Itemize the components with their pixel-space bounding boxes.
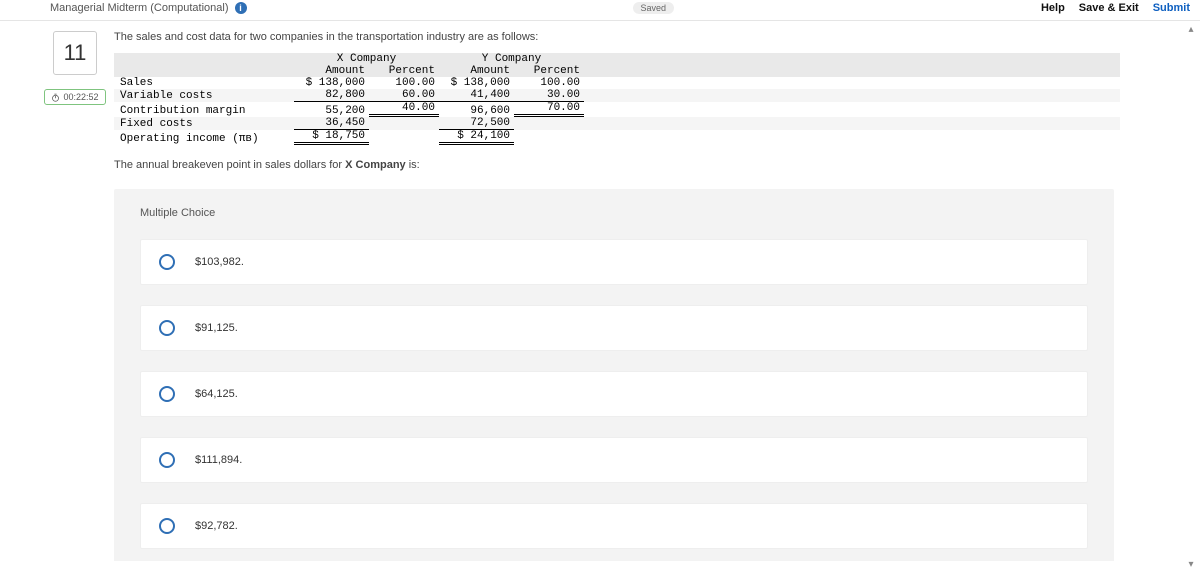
stopwatch-icon — [51, 93, 60, 102]
table-header: X Company Amount Percent Y Company Amoun… — [114, 53, 1120, 77]
scroll-down-arrow-icon[interactable]: ▾ — [1184, 557, 1198, 571]
choice-b-text: $91,125. — [195, 322, 238, 334]
timer-chip: 00:22:52 — [44, 89, 105, 105]
submit-link[interactable]: Submit — [1153, 2, 1190, 14]
col-percent-x: Percent — [369, 65, 439, 77]
scroll-up-arrow-icon[interactable]: ▴ — [1184, 22, 1198, 36]
question-main: The sales and cost data for two companie… — [114, 31, 1180, 561]
question-intro: The sales and cost data for two companie… — [114, 31, 1120, 43]
company-x-header: X Company — [337, 53, 396, 65]
table-row-sales: Sales $ 138,000 100.00 $ 138,000 100.00 — [114, 77, 1120, 89]
radio-icon — [159, 254, 175, 270]
radio-icon — [159, 452, 175, 468]
choice-c-text: $64,125. — [195, 388, 238, 400]
radio-icon — [159, 386, 175, 402]
radio-icon — [159, 518, 175, 534]
choice-e[interactable]: $92,782. — [140, 503, 1088, 549]
choice-d[interactable]: $111,894. — [140, 437, 1088, 483]
question-sidebar: 11 00:22:52 — [50, 31, 100, 561]
col-amount-y: Amount — [439, 65, 514, 77]
choice-e-text: $92,782. — [195, 520, 238, 532]
data-table: X Company Amount Percent Y Company Amoun… — [114, 53, 1120, 145]
col-amount-x: Amount — [294, 65, 369, 77]
choice-a-text: $103,982. — [195, 256, 244, 268]
save-exit-link[interactable]: Save & Exit — [1079, 2, 1139, 14]
table-row-contribution-margin: Contribution margin 55,200 40.00 96,600 … — [114, 102, 1120, 117]
choice-a[interactable]: $103,982. — [140, 239, 1088, 285]
choice-d-text: $111,894. — [195, 454, 242, 466]
timer-value: 00:22:52 — [63, 92, 98, 102]
help-link[interactable]: Help — [1041, 2, 1065, 14]
question-number-box: 11 — [53, 31, 97, 75]
choice-b[interactable]: $91,125. — [140, 305, 1088, 351]
assignment-title: Managerial Midterm (Computational) — [50, 2, 229, 14]
company-y-header: Y Company — [482, 53, 541, 65]
table-row-fixed-costs: Fixed costs 36,450 72,500 — [114, 117, 1120, 130]
table-row-operating-income: Operating income (πʙ) $ 18,750 $ 24,100 — [114, 130, 1120, 145]
saved-chip: Saved — [633, 2, 675, 14]
col-percent-y: Percent — [514, 65, 584, 77]
choice-c[interactable]: $64,125. — [140, 371, 1088, 417]
top-bar-right: Help Save & Exit Submit — [1041, 2, 1190, 14]
radio-icon — [159, 320, 175, 336]
top-bar: Managerial Midterm (Computational) i Sav… — [0, 0, 1200, 16]
table-row-variable-costs: Variable costs 82,800 60.00 41,400 30.00 — [114, 89, 1120, 102]
info-icon[interactable]: i — [235, 2, 247, 14]
answer-card: Multiple Choice $103,982. $91,125. $64,1… — [114, 189, 1114, 561]
multiple-choice-heading: Multiple Choice — [140, 207, 1088, 219]
question-prompt: The annual breakeven point in sales doll… — [114, 159, 1120, 171]
top-bar-left: Managerial Midterm (Computational) i Sav… — [50, 2, 674, 14]
